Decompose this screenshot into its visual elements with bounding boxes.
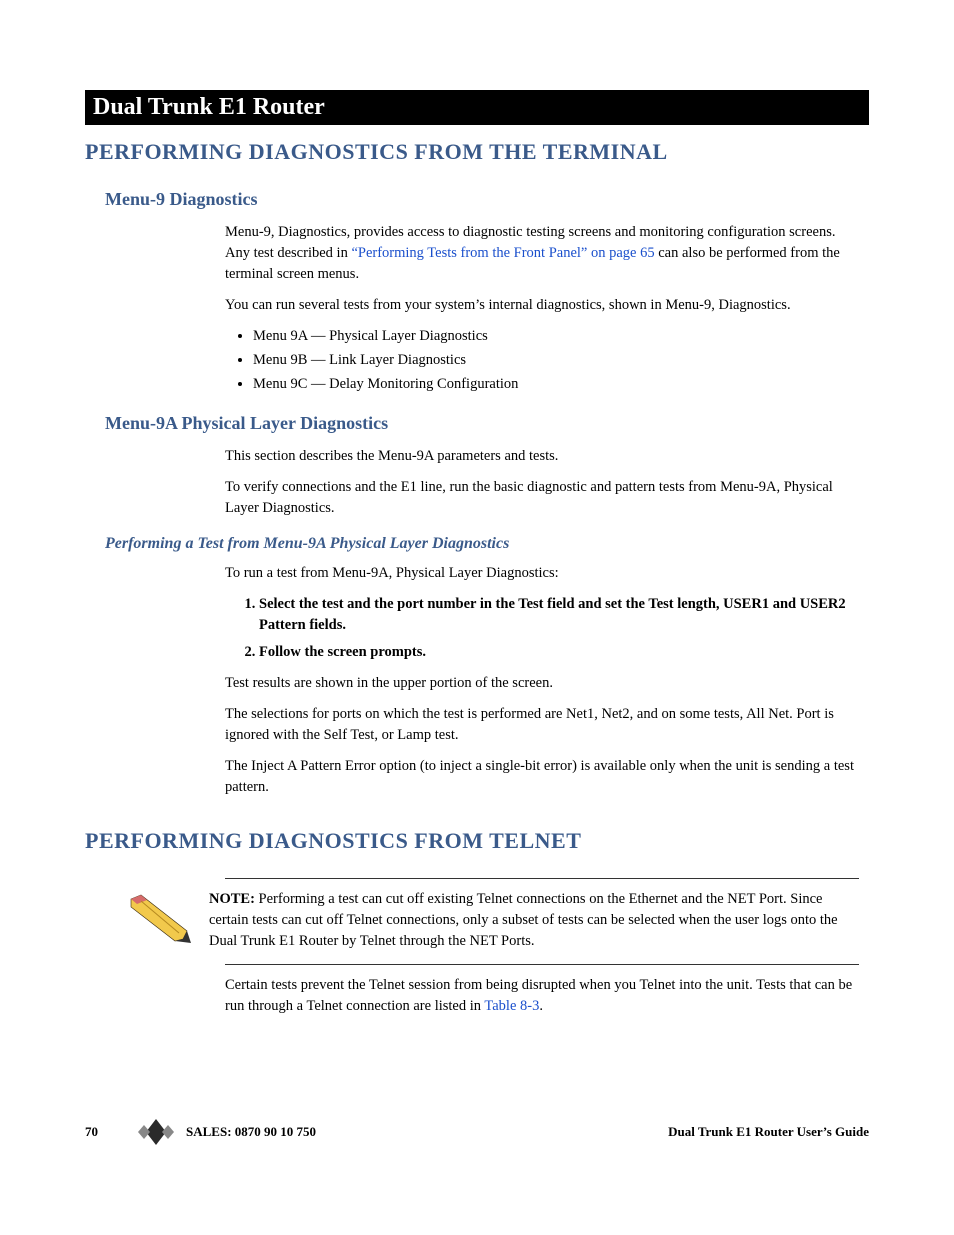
note-label: NOTE: (209, 891, 259, 907)
page-number: 70 (85, 1124, 98, 1140)
paragraph: You can run several tests from your syst… (225, 295, 859, 316)
section-heading-terminal: PERFORMING DIAGNOSTICS FROM THE TERMINAL (85, 139, 869, 165)
note-text: NOTE: Performing a test can cut off exis… (209, 889, 859, 952)
paragraph: The Inject A Pattern Error option (to in… (225, 756, 859, 798)
page-content: Dual Trunk E1 Router PERFORMING DIAGNOST… (0, 0, 954, 1017)
xref-link-front-panel[interactable]: “Performing Tests from the Front Panel” … (351, 245, 654, 261)
divider (225, 878, 859, 879)
title-bar: Dual Trunk E1 Router (85, 90, 869, 125)
note-block: NOTE: Performing a test can cut off exis… (225, 889, 859, 952)
divider (225, 964, 859, 965)
step-item: Select the test and the port number in t… (259, 594, 859, 636)
paragraph: Certain tests prevent the Telnet session… (225, 975, 859, 1017)
text: . (539, 998, 543, 1014)
footer-guide: Dual Trunk E1 Router User’s Guide (668, 1124, 869, 1140)
body-perform-test: To run a test from Menu-9A, Physical Lay… (225, 563, 859, 798)
step-item: Follow the screen prompts. (259, 642, 859, 663)
subheading-menu9a: Menu-9A Physical Layer Diagnostics (105, 413, 869, 434)
list-item: Menu 9A — Physical Layer Diagnostics (253, 326, 859, 347)
menu-list: Menu 9A — Physical Layer Diagnostics Men… (225, 326, 859, 395)
body-menu9: Menu-9, Diagnostics, provides access to … (225, 222, 859, 395)
paragraph: To run a test from Menu-9A, Physical Lay… (225, 563, 859, 584)
paragraph: The selections for ports on which the te… (225, 704, 859, 746)
paragraph: Menu-9, Diagnostics, provides access to … (225, 222, 859, 285)
logo-icon (138, 1119, 174, 1145)
paragraph: This section describes the Menu-9A param… (225, 446, 859, 467)
paragraph: To verify connections and the E1 line, r… (225, 477, 859, 519)
subheading-menu9: Menu-9 Diagnostics (105, 189, 869, 210)
list-item: Menu 9B — Link Layer Diagnostics (253, 350, 859, 371)
steps-list: Select the test and the port number in t… (239, 594, 859, 663)
list-item: Menu 9C — Delay Monitoring Configuration (253, 374, 859, 395)
page-footer: 70 SALES: 0870 90 10 750 Dual Trunk E1 R… (85, 1119, 869, 1145)
section-heading-telnet: PERFORMING DIAGNOSTICS FROM TELNET (85, 828, 869, 854)
paragraph: Test results are shown in the upper port… (225, 673, 859, 694)
xref-link-table[interactable]: Table 8-3 (484, 998, 539, 1014)
note-body: Performing a test can cut off existing T… (209, 891, 838, 949)
footer-sales: SALES: 0870 90 10 750 (186, 1124, 668, 1140)
pencil-icon (125, 893, 195, 945)
subheading-perform-test: Performing a Test from Menu-9A Physical … (105, 535, 869, 553)
body-menu9a: This section describes the Menu-9A param… (225, 446, 859, 519)
body-telnet: NOTE: Performing a test can cut off exis… (225, 878, 859, 1017)
